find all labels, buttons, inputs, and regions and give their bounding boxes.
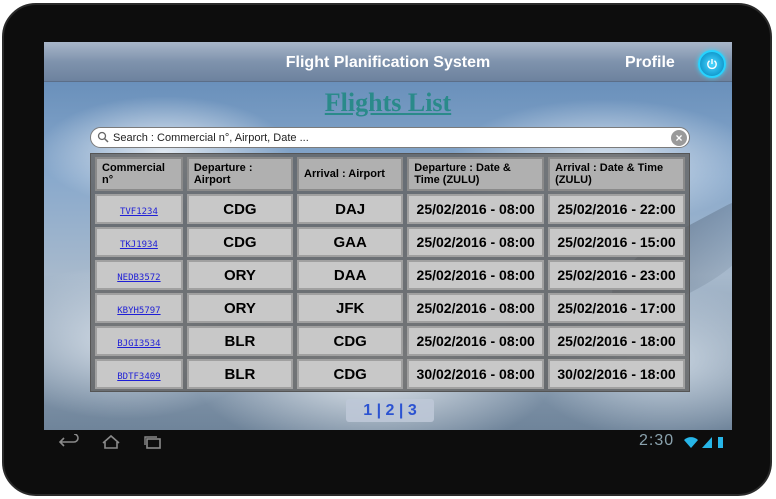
- header-commercial[interactable]: Commercial n°: [95, 157, 183, 191]
- page-link-3[interactable]: 3: [408, 402, 417, 419]
- header-arrival-airport[interactable]: Arrival : Airport: [297, 157, 404, 191]
- search-bar: ×: [90, 127, 690, 148]
- commercial-cell: TVF1234: [95, 194, 183, 224]
- commercial-link[interactable]: NEDB3572: [117, 273, 160, 283]
- table-header-row: Commercial n° Departure : Airport Arriva…: [95, 157, 685, 191]
- page-link-2[interactable]: 2: [386, 402, 395, 419]
- commercial-link[interactable]: KBYH5797: [117, 306, 160, 316]
- arrival-time-cell: 25/02/2016 - 17:00: [548, 293, 685, 323]
- departure-time-cell: 25/02/2016 - 08:00: [407, 227, 545, 257]
- profile-link[interactable]: Profile: [625, 54, 675, 72]
- home-icon[interactable]: [100, 434, 122, 450]
- commercial-cell: BJGI3534: [95, 326, 183, 356]
- departure-airport-cell: ORY: [186, 293, 294, 323]
- system-nav-bar: 2:30: [44, 430, 732, 456]
- search-input[interactable]: [113, 130, 663, 146]
- table-row: TVF1234 CDG DAJ 25/02/2016 - 08:00 25/02…: [95, 194, 685, 224]
- power-button[interactable]: [698, 50, 726, 78]
- departure-time-cell: 25/02/2016 - 08:00: [407, 326, 545, 356]
- departure-time-cell: 25/02/2016 - 08:00: [407, 194, 545, 224]
- commercial-link[interactable]: TVF1234: [120, 207, 158, 217]
- departure-time-cell: 25/02/2016 - 08:00: [407, 293, 545, 323]
- table-row: TKJ1934 CDG GAA 25/02/2016 - 08:00 25/02…: [95, 227, 685, 257]
- page-link-1[interactable]: 1: [363, 402, 372, 419]
- arrival-airport-cell: DAJ: [297, 194, 404, 224]
- back-icon[interactable]: [58, 434, 80, 450]
- commercial-link[interactable]: BDTF3409: [117, 372, 160, 382]
- arrival-time-cell: 25/02/2016 - 23:00: [548, 260, 685, 290]
- table-row: BDTF3409 BLR CDG 30/02/2016 - 08:00 30/0…: [95, 359, 685, 389]
- departure-time-cell: 30/02/2016 - 08:00: [407, 359, 545, 389]
- commercial-link[interactable]: BJGI3534: [117, 339, 160, 349]
- commercial-cell: NEDB3572: [95, 260, 183, 290]
- status-clock: 2:30: [639, 432, 675, 449]
- header-departure-airport[interactable]: Departure : Airport: [186, 157, 294, 191]
- arrival-airport-cell: CDG: [297, 326, 404, 356]
- arrival-time-cell: 25/02/2016 - 22:00: [548, 194, 685, 224]
- arrival-airport-cell: CDG: [297, 359, 404, 389]
- commercial-cell: KBYH5797: [95, 293, 183, 323]
- clear-search-icon[interactable]: ×: [671, 130, 687, 146]
- arrival-time-cell: 25/02/2016 - 18:00: [548, 326, 685, 356]
- power-icon: [707, 59, 717, 70]
- arrival-airport-cell: GAA: [297, 227, 404, 257]
- commercial-cell: BDTF3409: [95, 359, 183, 389]
- departure-airport-cell: CDG: [186, 227, 294, 257]
- battery-icon: [718, 437, 723, 448]
- status-icons: [684, 437, 723, 448]
- header-arrival-time[interactable]: Arrival : Date & Time (ZULU): [548, 157, 685, 191]
- arrival-time-cell: 25/02/2016 - 15:00: [548, 227, 685, 257]
- flights-table: Commercial n° Departure : Airport Arriva…: [90, 153, 690, 392]
- departure-airport-cell: CDG: [186, 194, 294, 224]
- table-row: BJGI3534 BLR CDG 25/02/2016 - 08:00 25/0…: [95, 326, 685, 356]
- arrival-time-cell: 30/02/2016 - 18:00: [548, 359, 685, 389]
- search-icon: [97, 131, 109, 143]
- wifi-icon: [684, 437, 698, 448]
- app-screen: Flight Planification System Profile Flig…: [44, 42, 732, 430]
- page-separator: |: [376, 402, 382, 419]
- arrival-airport-cell: JFK: [297, 293, 404, 323]
- recent-apps-icon[interactable]: [142, 434, 164, 450]
- signal-icon: [702, 437, 712, 448]
- top-bar: Flight Planification System Profile: [44, 42, 732, 82]
- page-separator: |: [398, 402, 404, 419]
- header-departure-time[interactable]: Departure : Date & Time (ZULU): [407, 157, 545, 191]
- page-title: Flights List: [324, 88, 452, 117]
- departure-time-cell: 25/02/2016 - 08:00: [407, 260, 545, 290]
- arrival-airport-cell: DAA: [297, 260, 404, 290]
- commercial-cell: TKJ1934: [95, 227, 183, 257]
- table-row: KBYH5797 ORY JFK 25/02/2016 - 08:00 25/0…: [95, 293, 685, 323]
- commercial-link[interactable]: TKJ1934: [120, 240, 158, 250]
- departure-airport-cell: BLR: [186, 359, 294, 389]
- departure-airport-cell: BLR: [186, 326, 294, 356]
- departure-airport-cell: ORY: [186, 260, 294, 290]
- table-row: NEDB3572 ORY DAA 25/02/2016 - 08:00 25/0…: [95, 260, 685, 290]
- pagination: 1 | 2 | 3: [346, 399, 434, 422]
